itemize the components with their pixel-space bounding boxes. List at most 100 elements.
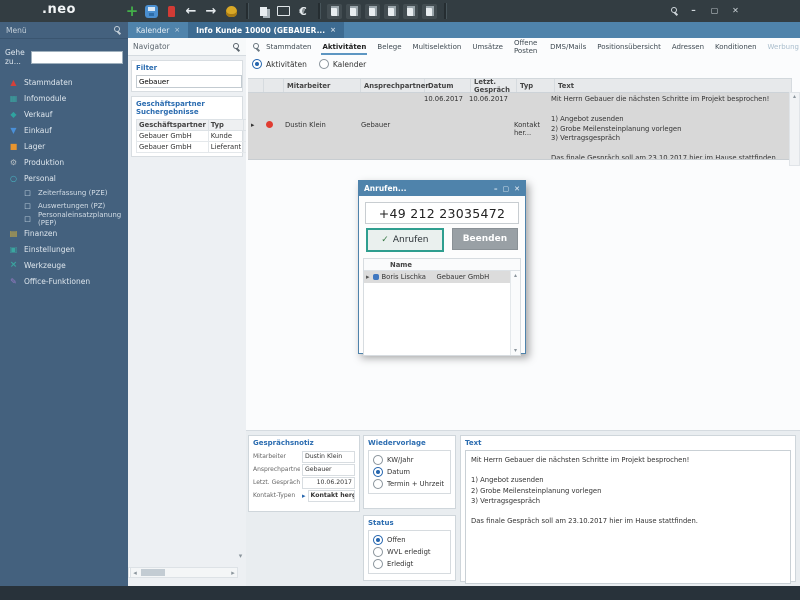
application-window: .neo [0,0,800,600]
contact-row[interactable]: ▸ Boris Lischka Gebauer GmbH [364,271,520,283]
alarm-icon[interactable] [223,3,239,19]
column-header[interactable]: Ansprechpartner [361,79,425,92]
radio-kalender[interactable]: Kalender [319,59,366,69]
ansprechpartner-field[interactable]: Gebauer [302,464,355,476]
column-header[interactable]: Letzt. Gespräch [471,79,517,92]
preview-icon[interactable] [275,3,291,19]
pin-icon[interactable] [251,42,256,52]
dialog-minimize-icon[interactable]: – [494,185,498,193]
radio-wvl-erledigt[interactable]: WVL erledigt [373,546,446,558]
tab-belege[interactable]: Belege [376,41,402,53]
scroll-down-icon[interactable]: ▾ [514,347,517,354]
radio-offen[interactable]: Offen [373,534,446,546]
forward-icon[interactable] [203,3,219,19]
back-icon[interactable] [183,3,199,19]
filter-input[interactable] [136,75,242,88]
radio-kw-jahr[interactable]: KW/Jahr [373,454,446,466]
letzt-gespraech-field[interactable]: 10.06.2017 [302,477,355,489]
horizontal-scrollbar[interactable]: ◂ ▸ [130,567,238,578]
row-expander-icon[interactable]: ▸ [248,93,263,159]
vertical-scrollbar[interactable]: ▴ ▾ [510,271,520,355]
tab-close-icon[interactable]: × [330,26,336,34]
sidebar-item-verkauf[interactable]: Verkauf [0,106,128,122]
sidebar-item-einkauf[interactable]: Einkauf [0,122,128,138]
sidebar-item-finanzen[interactable]: Finanzen [0,225,128,241]
tab-umsaetze[interactable]: Umsätze [471,41,504,53]
sidebar-item-personaleinsatzplanung[interactable]: Personaleinsatzplanung (PEP) [0,212,128,225]
column-header[interactable]: Geschäftspartner [137,120,209,131]
tab-kalender[interactable]: Kalender × [128,22,188,38]
doc-icon-5[interactable] [403,4,418,19]
close-icon[interactable] [729,4,742,17]
tab-konditionen[interactable]: Konditionen [714,41,758,53]
delete-icon[interactable] [163,3,179,19]
row-expander-icon[interactable]: ▸ [366,273,370,281]
dialog-titlebar[interactable]: Anrufen... – ▢ ✕ [359,181,525,196]
radio-erledigt[interactable]: Erledigt [373,558,446,570]
sidebar-item-lager[interactable]: Lager [0,138,128,154]
tab-offene-posten[interactable]: Offene Posten [513,37,540,57]
sidebar-item-office-funktionen[interactable]: Office-Funktionen [0,273,128,289]
radio-datum[interactable]: Datum [373,466,446,478]
pin-window-icon[interactable] [669,6,679,16]
dialog-maximize-icon[interactable]: ▢ [503,185,510,193]
euro-icon[interactable] [295,3,311,19]
radio-aktivitaeten[interactable]: Aktivitäten [252,59,307,69]
dialog-close-icon[interactable]: ✕ [514,185,520,193]
goto-input[interactable] [31,51,123,64]
radio-termin-uhrzeit[interactable]: Termin + Uhrzeit [373,478,446,490]
sidebar-item-werkzeuge[interactable]: Werkzeuge [0,257,128,273]
sidebar-item-einstellungen[interactable]: Einstellungen [0,241,128,257]
cell-datum: 10.06.2017 [421,93,466,159]
note-textarea[interactable]: Mit Herrn Gebauer die nächsten Schritte … [465,450,791,584]
new-icon[interactable] [124,3,140,19]
save-icon[interactable] [145,5,158,18]
tab-aktivitaeten[interactable]: Aktivitäten [321,41,367,53]
mitarbeiter-field[interactable]: Dustin Klein [302,451,355,463]
doc-icon-4[interactable] [384,4,399,19]
scroll-right-icon[interactable]: ▸ [229,569,237,577]
kontakt-typen-field[interactable]: Kontakt hergestellt [308,490,355,502]
sidebar-item-personal[interactable]: Personal [0,170,128,186]
column-header[interactable]: Name [390,261,446,269]
column-header[interactable]: Typ [517,79,555,92]
tab-adressen[interactable]: Adressen [671,41,705,53]
scroll-up-icon[interactable]: ▴ [514,272,517,279]
beenden-button[interactable]: Beenden [452,228,518,250]
doc-icon-6[interactable] [422,4,437,19]
toolbar-separator [246,3,248,19]
doc-icon-2[interactable] [346,4,361,19]
phone-number-field[interactable]: +49 212 23035472 [365,202,519,224]
minimize-icon[interactable] [687,4,700,17]
scroll-down-icon[interactable]: ▾ [236,551,245,560]
column-header[interactable]: Datum [425,79,471,92]
doc-icon-3[interactable] [365,4,380,19]
pin-icon[interactable] [112,25,122,35]
tab-dms-mails[interactable]: DMS/Mails [549,41,587,53]
tab-info-kunde[interactable]: Info Kunde 10000 (GEBAUER... × [188,22,344,38]
tab-positionsuebersicht[interactable]: Positionsübersicht [596,41,662,53]
anrufen-button[interactable]: ✓ Anrufen [366,228,444,252]
doc-icon-1[interactable] [327,4,342,19]
table-row[interactable]: Gebauer GmbH Kunde 1 [137,131,260,142]
maximize-icon[interactable] [708,4,721,17]
tab-close-icon[interactable]: × [174,26,180,34]
vertical-scrollbar[interactable]: ▴ [789,92,800,166]
column-header[interactable]: Typ [208,120,243,131]
sidebar-item-produktion[interactable]: Produktion [0,154,128,170]
expand-arrow-icon[interactable]: ▸ [302,492,306,500]
activity-row[interactable]: ▸ Dustin Klein Gebauer 10.06.2017 10.06.… [248,93,792,160]
tab-stammdaten[interactable]: Stammdaten [265,41,312,53]
column-header[interactable]: Text [555,79,792,92]
copy-icon[interactable] [255,3,271,19]
scrollbar-thumb[interactable] [141,569,165,576]
sidebar-item-stammdaten[interactable]: Stammdaten [0,74,128,90]
tab-multiselektion[interactable]: Multiselektion [412,41,463,53]
pin-icon[interactable] [231,42,241,52]
scroll-left-icon[interactable]: ◂ [131,569,139,577]
office-functions-icon [8,277,19,286]
column-header[interactable]: Mitarbeiter [284,79,361,92]
sidebar-item-zeiterfassung[interactable]: Zeiterfassung (PZE) [0,186,128,199]
sidebar-item-infomodule[interactable]: Infomodule [0,90,128,106]
table-row[interactable]: Gebauer GmbH Lieferant 7 [137,142,260,153]
